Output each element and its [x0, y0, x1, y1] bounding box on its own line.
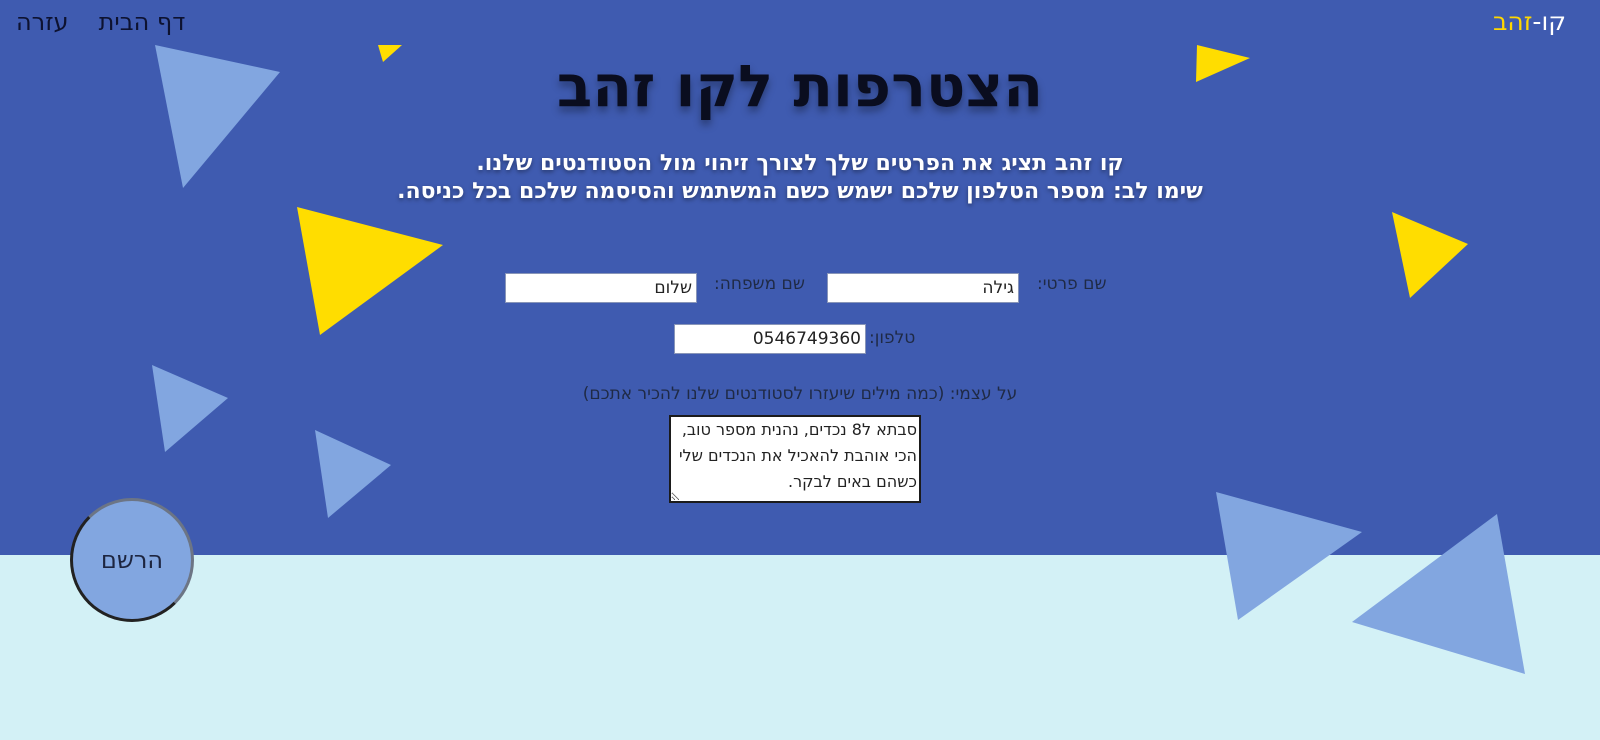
nav-home-link[interactable]: דף הבית [99, 6, 186, 38]
about-label: על עצמי: (כמה מילים שיעזרו לסטודנטים שלנ… [582, 384, 1018, 404]
last-name-input[interactable] [505, 273, 697, 303]
brand-logo[interactable]: קו-זהב [1493, 6, 1566, 38]
top-nav: עזרה דף הבית [16, 6, 185, 38]
subtitle-line-2: שימו לב: מספר הטלפון שלכם ישמש כשם המשתמ… [397, 179, 1203, 204]
about-textarea[interactable]: סבתא ל8 נכדים, נהנית מספר טוב, הכי אוהבת… [669, 415, 921, 503]
last-name-label: שם משפחה: [714, 274, 805, 294]
register-button[interactable]: הרשם [70, 498, 194, 622]
page-subtitle: קו זהב תציג את הפרטים שלך לצורך זיהוי מו… [0, 150, 1600, 206]
subtitle-line-1: קו זהב תציג את הפרטים שלך לצורך זיהוי מו… [476, 151, 1124, 176]
phone-input[interactable] [674, 324, 866, 354]
first-name-input[interactable] [827, 273, 1019, 303]
phone-label: טלפון: [869, 328, 916, 348]
brand-part2: זהב [1492, 7, 1533, 36]
brand-part1: קו- [1532, 7, 1566, 36]
footer-area [0, 555, 1600, 740]
first-name-label: שם פרטי: [1037, 274, 1107, 294]
page-title: הצטרפות לקו זהב [556, 52, 1044, 120]
nav-help-link[interactable]: עזרה [16, 6, 69, 38]
